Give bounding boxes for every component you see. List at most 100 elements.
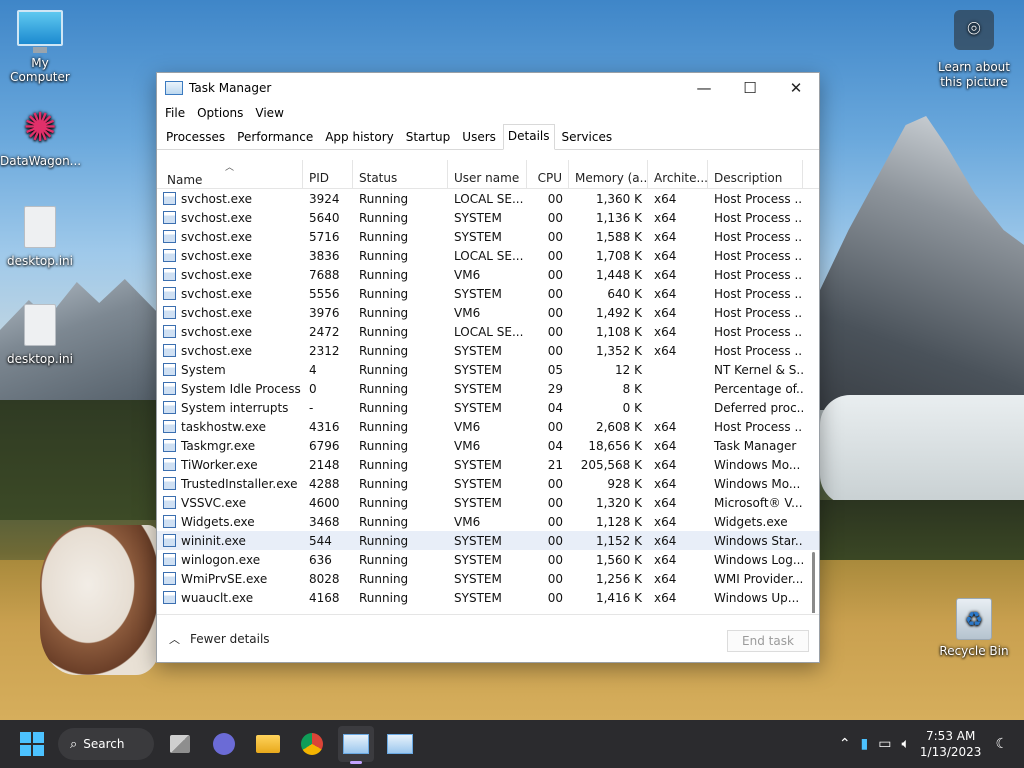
column-header-description[interactable]: Description [708, 160, 803, 188]
tray-app-icon[interactable]: ▮ [861, 736, 869, 752]
table-row[interactable]: svchost.exe 3976 Running VM6 00 1,492 K x64 Hos… [157, 303, 819, 322]
table-row[interactable]: System interrupts - Running SYSTEM 04 0 K Defe… [157, 398, 819, 417]
table-row[interactable]: wuauclt.exe 4168 Running SYSTEM 00 1,416 K x64… [157, 588, 819, 607]
cell-user-name: SYSTEM [454, 571, 502, 586]
desktop-icon-my-computer[interactable]: My Computer [0, 10, 80, 84]
desktop-icon-desktop-ini-1[interactable]: desktop.ini [0, 206, 80, 268]
table-row[interactable]: svchost.exe 7688 Running VM6 00 1,448 K x64 Hos… [157, 265, 819, 284]
desktop-icon-learn-about-picture[interactable]: ⌾ Learn about this picture [934, 10, 1014, 90]
menu-options[interactable]: Options [193, 106, 251, 120]
table-row[interactable]: wininit.exe 544 Running SYSTEM 00 1,152 K x64 W… [157, 531, 819, 550]
tab-startup[interactable]: Startup [401, 125, 456, 149]
cell-pid: - [309, 400, 314, 415]
task-manager-taskbar-button[interactable] [338, 726, 374, 764]
cell-architecture: x64 [654, 419, 677, 434]
process-name: TiWorker.exe [181, 457, 258, 472]
cell-status: Running [359, 419, 409, 434]
process-icon [163, 230, 176, 243]
process-icon [163, 363, 176, 376]
cell-status: Running [359, 324, 409, 339]
table-row[interactable]: VSSVC.exe 4600 Running SYSTEM 00 1,320 K x64 Mi… [157, 493, 819, 512]
volume-icon[interactable]: 🔈︎ [902, 736, 910, 752]
title-bar[interactable]: Task Manager — ☐ ✕ [157, 73, 819, 103]
desktop-icon-desktop-ini-2[interactable]: desktop.ini [0, 304, 80, 366]
process-name: svchost.exe [181, 191, 252, 206]
task-manager-window[interactable]: Task Manager — ☐ ✕ File Options View Pro… [156, 72, 820, 663]
column-header-pid[interactable]: PID [303, 160, 353, 188]
desktop-icon-datawagon[interactable]: ✺ DataWagon... [0, 106, 81, 168]
table-row[interactable]: TrustedInstaller.exe 4288 Running SYSTEM 00 9… [157, 474, 819, 493]
cell-status: Running [359, 210, 409, 225]
process-icon [163, 553, 176, 566]
minimize-button[interactable]: — [681, 73, 727, 103]
cell-name: svchost.exe [157, 230, 303, 244]
column-header-cpu[interactable]: CPU [527, 160, 569, 188]
chevron-up-icon[interactable]: ⌃ [839, 736, 851, 752]
cell-cpu: 00 [547, 248, 563, 263]
tab-performance[interactable]: Performance [232, 125, 318, 149]
table-row[interactable]: Taskmgr.exe 6796 Running VM6 04 18,656 K x64 Ta… [157, 436, 819, 455]
cell-cpu: 00 [547, 229, 563, 244]
tab-processes[interactable]: Processes [161, 125, 230, 149]
cell-status: Running [359, 571, 409, 586]
cell-memory: 8 K [622, 381, 642, 396]
tab-users[interactable]: Users [457, 125, 501, 149]
cell-architecture: x64 [654, 590, 677, 605]
table-row[interactable]: System 4 Running SYSTEM 05 12 K NT Kernel & S.… [157, 360, 819, 379]
desktop-icon-label: My Computer [10, 56, 70, 84]
teams-chat-button[interactable] [206, 726, 242, 762]
table-row[interactable]: WmiPrvSE.exe 8028 Running SYSTEM 00 1,256 K x6… [157, 569, 819, 588]
fewer-details-button[interactable]: ︿ Fewer details [169, 631, 270, 647]
column-header-memory[interactable]: Memory (a... [569, 160, 648, 188]
process-name: WmiPrvSE.exe [181, 571, 268, 586]
process-icon [163, 325, 176, 338]
details-table: ︿ Name PID Status User name CPU Memory (… [157, 160, 819, 613]
close-button[interactable]: ✕ [773, 73, 819, 103]
table-row[interactable]: TiWorker.exe 2148 Running SYSTEM 21 205,568 K… [157, 455, 819, 474]
do-not-disturb-icon[interactable]: ☾ [995, 736, 1008, 752]
process-icon [163, 458, 176, 471]
chrome-button[interactable] [294, 726, 330, 762]
end-task-button[interactable]: End task [727, 630, 809, 652]
cell-pid: 544 [309, 533, 332, 548]
menu-view[interactable]: View [251, 106, 291, 120]
table-row[interactable]: taskhostw.exe 4316 Running VM6 00 2,608 K x64 H… [157, 417, 819, 436]
task-view-button[interactable] [162, 726, 198, 762]
table-row[interactable]: svchost.exe 5716 Running SYSTEM 00 1,588 K x64… [157, 227, 819, 246]
taskbar-search-button[interactable]: ⌕ Search [58, 728, 154, 760]
cell-status: Running [359, 476, 409, 491]
table-row[interactable]: svchost.exe 3924 Running LOCAL SE... 00 1,360… [157, 189, 819, 208]
table-row[interactable]: svchost.exe 2472 Running LOCAL SE... 00 1,108… [157, 322, 819, 341]
tab-details[interactable]: Details [502, 124, 555, 150]
cell-pid: 5716 [309, 229, 340, 244]
table-row[interactable]: svchost.exe 5556 Running SYSTEM 00 640 K x64 Ho… [157, 284, 819, 303]
cell-name: svchost.exe [157, 344, 303, 358]
cell-user-name: LOCAL SE... [454, 324, 524, 339]
table-row[interactable]: svchost.exe 3836 Running LOCAL SE... 00 1,708… [157, 246, 819, 265]
column-header-status[interactable]: Status [353, 160, 448, 188]
task-manager-icon [165, 81, 183, 95]
task-manager-taskbar-button-2[interactable] [382, 726, 418, 762]
cell-memory: 1,352 K [595, 343, 642, 358]
cell-description: Windows Mo... [714, 476, 801, 491]
table-row[interactable]: svchost.exe 2312 Running SYSTEM 00 1,352 K x64… [157, 341, 819, 360]
start-button[interactable] [20, 732, 44, 756]
tab-app-history[interactable]: App history [320, 125, 399, 149]
taskbar-clock[interactable]: 7:53 AM 1/13/2023 [920, 728, 982, 760]
vertical-scrollbar[interactable] [812, 552, 815, 613]
network-icon[interactable]: ▭ [878, 736, 891, 752]
table-row[interactable]: winlogon.exe 636 Running SYSTEM 00 1,560 K x64… [157, 550, 819, 569]
table-row[interactable]: System Idle Process 0 Running SYSTEM 29 8 K Pe… [157, 379, 819, 398]
cell-architecture: x64 [654, 210, 677, 225]
column-header-architecture[interactable]: Archite... [648, 160, 708, 188]
maximize-button[interactable]: ☐ [727, 73, 773, 103]
file-explorer-button[interactable] [250, 726, 286, 762]
column-header-user-name[interactable]: User name [448, 160, 527, 188]
process-icon [163, 534, 176, 547]
table-row[interactable]: Widgets.exe 3468 Running VM6 00 1,128 K x64 Wid… [157, 512, 819, 531]
table-row[interactable]: svchost.exe 5640 Running SYSTEM 00 1,136 K x64… [157, 208, 819, 227]
desktop-icon-recycle-bin[interactable]: ♻ Recycle Bin [934, 598, 1014, 658]
tab-services[interactable]: Services [557, 125, 618, 149]
cell-description: Host Process ... [714, 191, 803, 206]
menu-file[interactable]: File [161, 106, 193, 120]
